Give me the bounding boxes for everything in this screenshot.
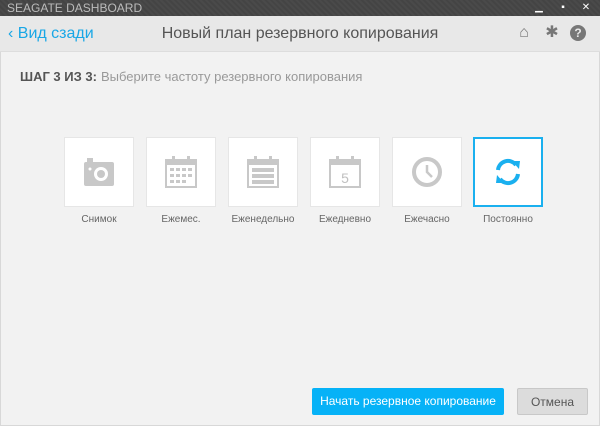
title-bar: SEAGATE DASHBOARD: [0, 0, 600, 16]
home-icon[interactable]: ⌂: [515, 24, 533, 42]
cancel-button[interactable]: Отмена: [517, 388, 588, 415]
sync-icon: [496, 158, 520, 186]
option-label: Ежедневно: [318, 214, 372, 225]
option-hourly[interactable]: [392, 137, 462, 207]
start-backup-button[interactable]: Начать резервное копирование: [312, 388, 504, 415]
clock-icon: [412, 157, 442, 187]
page-title: Новый план резервного копирования: [161, 25, 439, 42]
option-label: Постоянно: [483, 214, 533, 225]
gear-icon[interactable]: ✱: [543, 24, 561, 42]
camera-icon: [84, 158, 114, 186]
calendar-week-icon: [247, 156, 279, 188]
option-snapshot[interactable]: [64, 137, 134, 207]
option-monthly[interactable]: [146, 137, 216, 207]
svg-text:5: 5: [341, 170, 349, 186]
option-label: Ежечасно: [404, 214, 450, 225]
step-indicator: ШАГ 3 ИЗ 3: Выберите частоту резервного к…: [20, 69, 363, 84]
option-label: Снимок: [81, 214, 117, 225]
option-weekly[interactable]: [228, 137, 298, 207]
option-continuous[interactable]: [473, 137, 543, 207]
minimize-button[interactable]: ▁: [528, 0, 550, 16]
help-icon[interactable]: ?: [570, 25, 586, 41]
window-title: SEAGATE DASHBOARD: [7, 1, 143, 15]
content: ШАГ 3 ИЗ 3: Выберите частоту резервного к…: [0, 52, 600, 426]
calendar-day-icon: 5: [329, 156, 361, 188]
close-button[interactable]: ✕: [575, 0, 597, 16]
calendar-month-icon: [165, 156, 197, 188]
option-label: Ежемес.: [161, 214, 201, 225]
option-daily[interactable]: 5: [310, 137, 380, 207]
header: ‹ Вид сзади Новый план резервного копиро…: [0, 16, 600, 52]
option-label: Еженедельно: [231, 214, 295, 225]
maximize-button[interactable]: ▪: [552, 0, 574, 16]
